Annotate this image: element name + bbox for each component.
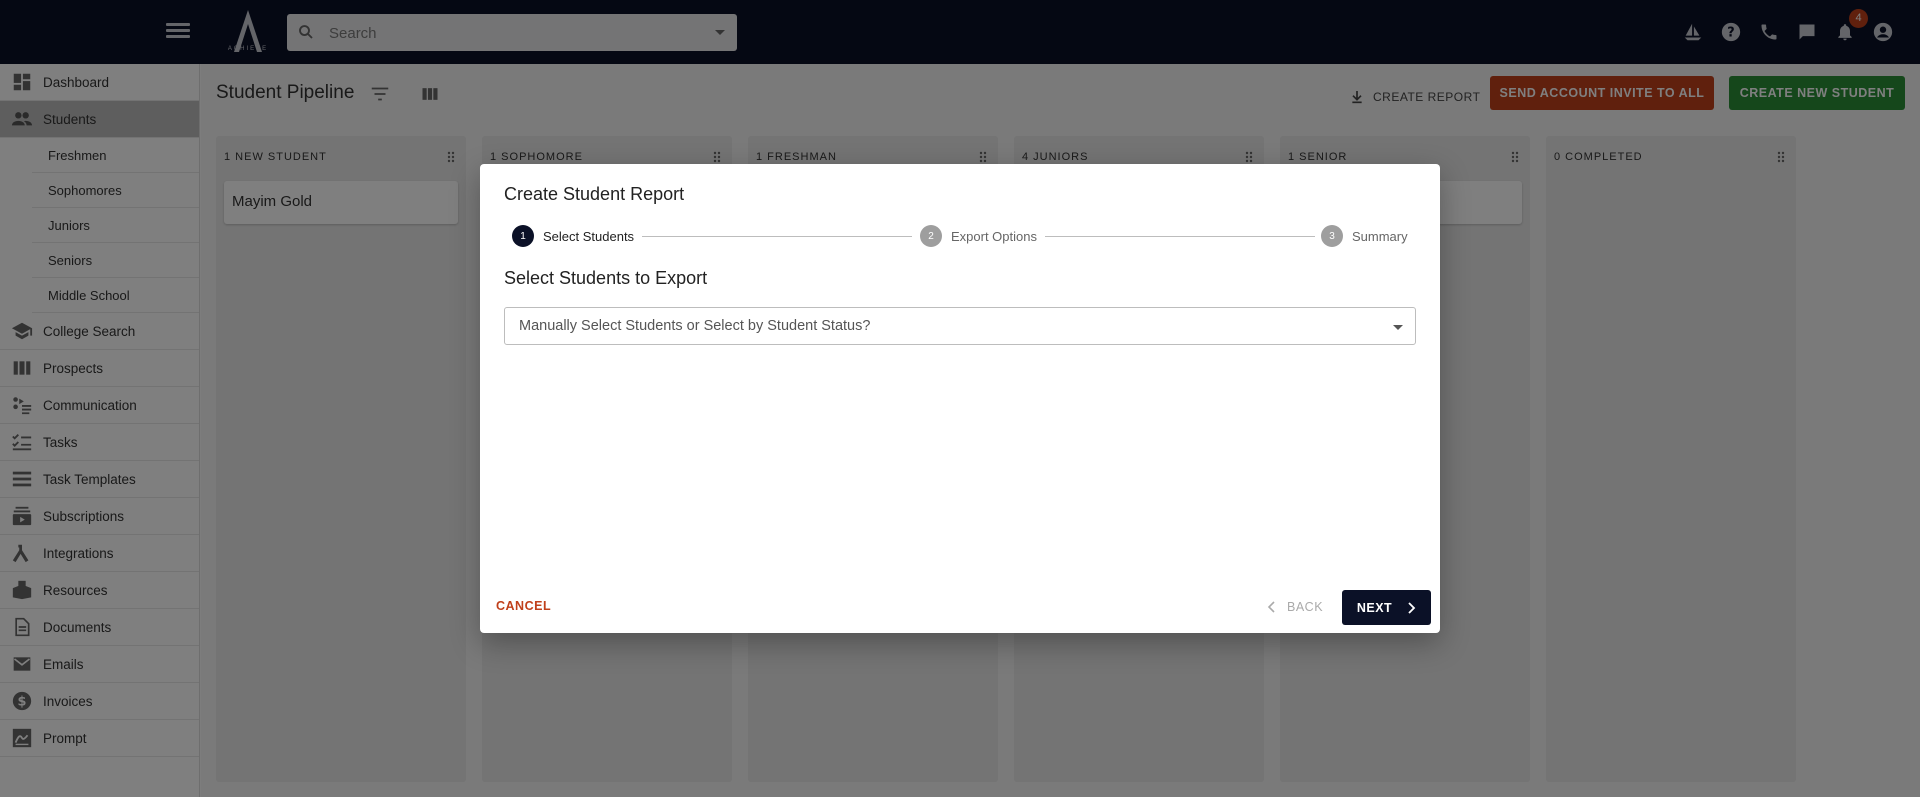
- next-button[interactable]: NEXT: [1342, 590, 1431, 625]
- step-number: 3: [1321, 225, 1343, 247]
- step-summary: 3 Summary: [1321, 225, 1408, 247]
- create-student-report-dialog: Create Student Report 1 Select Students …: [480, 164, 1440, 633]
- next-label: NEXT: [1356, 600, 1393, 615]
- stepper: 1 Select Students 2 Export Options 3 Sum…: [512, 225, 1412, 247]
- cancel-button[interactable]: CANCEL: [496, 599, 551, 613]
- dropdown-value: Manually Select Students or Select by St…: [519, 318, 871, 334]
- step-label: Summary: [1352, 228, 1408, 244]
- step-select-students: 1 Select Students: [512, 225, 634, 247]
- step-connector: [1045, 236, 1315, 237]
- step-connector: [642, 236, 912, 237]
- step-number: 1: [512, 225, 534, 247]
- step-label: Select Students: [543, 228, 635, 244]
- step-number: 2: [920, 225, 942, 247]
- step-label: Export Options: [951, 228, 1037, 244]
- dropdown-arrow-icon: [1393, 325, 1403, 330]
- back-button[interactable]: BACK: [1267, 592, 1323, 622]
- dialog-title: Create Student Report: [504, 184, 685, 204]
- section-title: Select Students to Export: [504, 268, 708, 288]
- back-label: BACK: [1287, 600, 1324, 614]
- step-export-options: 2 Export Options: [920, 225, 1037, 247]
- student-selection-dropdown[interactable]: Manually Select Students or Select by St…: [504, 307, 1416, 345]
- chevron-right-icon: [1408, 601, 1416, 614]
- chevron-left-icon: [1267, 601, 1275, 613]
